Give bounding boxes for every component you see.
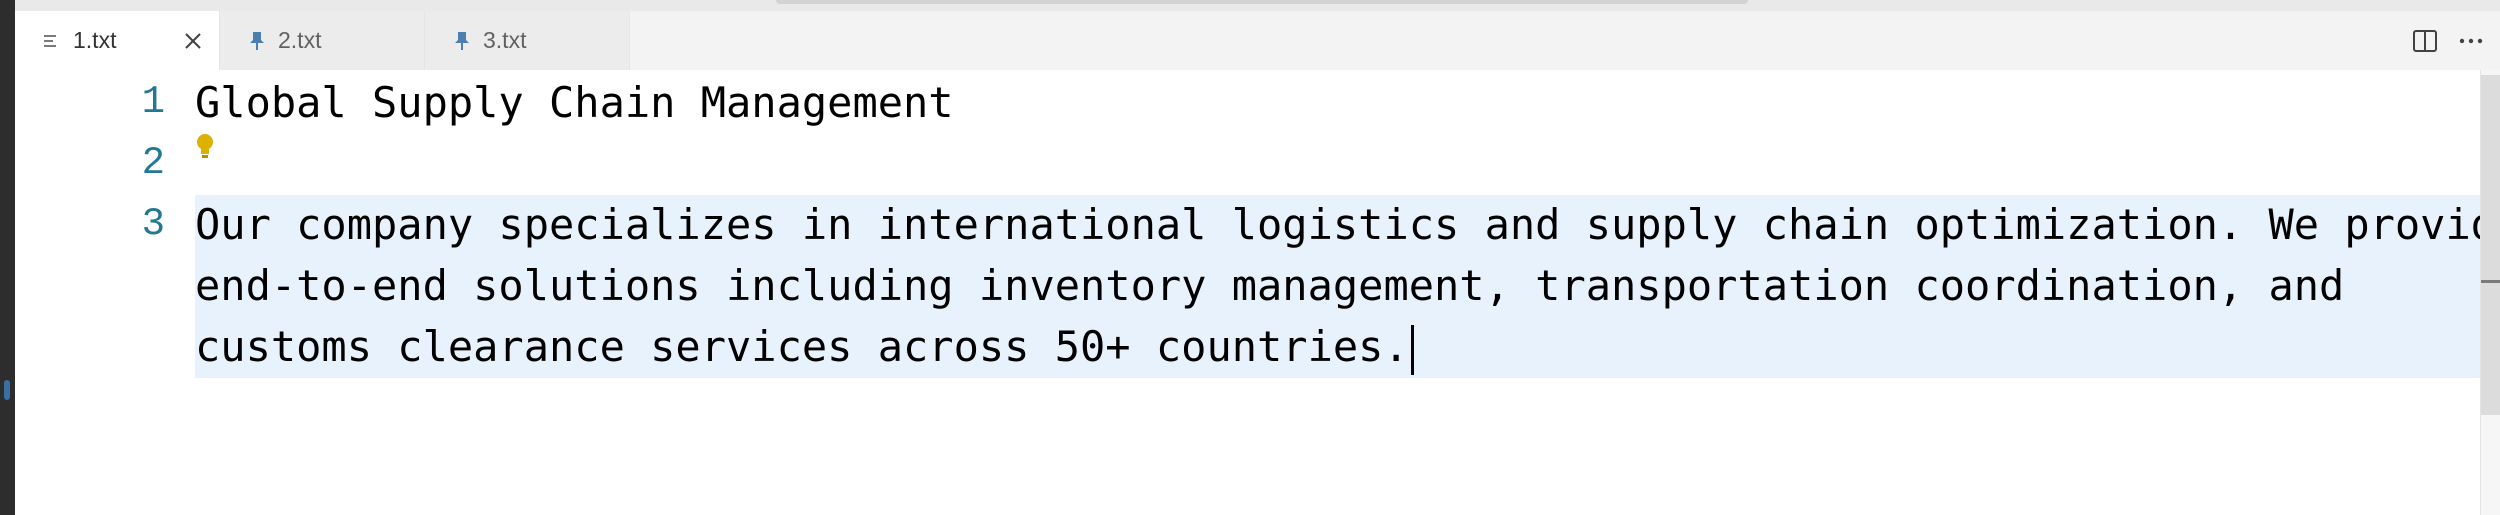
tab-label: 2.txt xyxy=(278,27,322,53)
editor-actions xyxy=(2380,11,2500,70)
close-icon[interactable] xyxy=(181,29,205,53)
tab-1-txt[interactable]: 1.txt xyxy=(15,11,220,70)
scroll-thumb[interactable] xyxy=(2481,75,2500,415)
title-drag-handle[interactable] xyxy=(776,0,1748,4)
code-line[interactable]: end-to-end solutions including inventory… xyxy=(195,255,2344,316)
edge-indicator xyxy=(4,380,10,400)
split-editor-icon[interactable] xyxy=(2412,28,2438,54)
line-number: 2 xyxy=(141,141,165,185)
vertical-scrollbar[interactable] xyxy=(2480,70,2500,515)
tab-bar: 1.txt 2.txt 3.txt xyxy=(15,11,2500,70)
code-line-last[interactable]: customs clearance services across 50+ co… xyxy=(195,316,1414,377)
more-actions-icon[interactable] xyxy=(2458,28,2484,54)
line-number: 1 xyxy=(141,80,165,124)
overview-ruler-cursor-mark xyxy=(2481,280,2500,283)
code-line[interactable]: Global Supply Chain Management xyxy=(195,72,954,133)
line-number: 3 xyxy=(141,202,165,246)
line-number-gutter: 1 2 3 xyxy=(15,70,165,515)
text-cursor xyxy=(1410,324,1414,375)
tab-3-txt[interactable]: 3.txt xyxy=(425,11,630,70)
code-line[interactable]: Our company specializes in international… xyxy=(195,194,2500,255)
lightbulb-icon[interactable] xyxy=(195,133,219,161)
text-file-icon xyxy=(41,30,63,52)
text-editor[interactable]: 1 2 3 Global Supply Chain Management Our… xyxy=(15,70,2500,515)
tab-label: 1.txt xyxy=(73,27,117,53)
pinned-file-icon xyxy=(451,30,473,52)
activity-edge xyxy=(0,0,15,515)
tab-label: 3.txt xyxy=(483,27,527,53)
code-line-text: customs clearance services across 50+ co… xyxy=(195,322,1409,371)
window-top-strip xyxy=(0,0,2500,11)
pinned-file-icon xyxy=(246,30,268,52)
tab-2-txt[interactable]: 2.txt xyxy=(220,11,425,70)
